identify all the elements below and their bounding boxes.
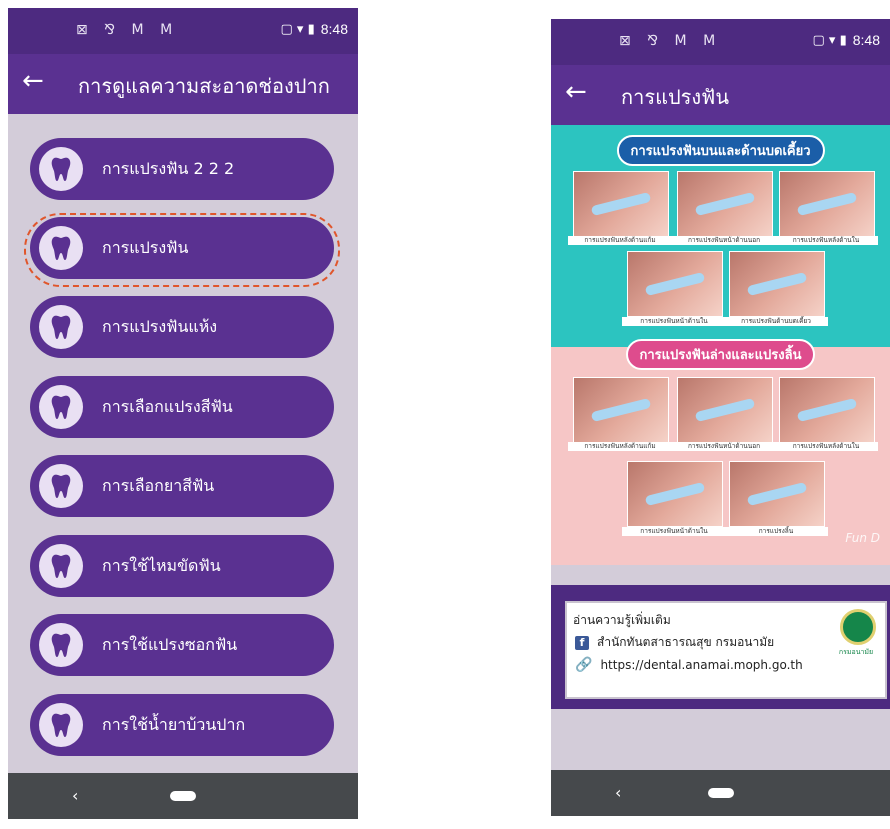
menu-item-brushing[interactable]: การแปรงฟัน — [30, 217, 334, 279]
menu-item-mouthwash[interactable]: การใช้น้ำยาบ้วนปาก — [30, 694, 334, 756]
photo-upper-4 — [627, 251, 723, 317]
menu-item-brushing-222[interactable]: การแปรงฟัน 2 2 2 — [30, 138, 334, 200]
caption: การแปรงฟันหลังด้านใน — [774, 236, 878, 245]
tooth-icon — [39, 385, 83, 429]
lower-teeth-heading: การแปรงฟันล่างและแปรงลิ้น — [625, 339, 816, 370]
app-bar: ← การแปรงฟัน — [551, 65, 890, 125]
tooth-icon — [39, 464, 83, 508]
facebook-row[interactable]: f สำนักทันตสาธารณสุข กรมอนามัย — [575, 633, 774, 652]
upper-teeth-heading: การแปรงฟันบนและด้านบดเคี้ยว — [616, 135, 825, 166]
notification-icons: ⊠ ⅋ M M — [76, 22, 179, 38]
link-icon: 🔗 — [575, 657, 593, 673]
menu-item-interdental-brush[interactable]: การใช้แปรงซอกฟัน — [30, 614, 334, 676]
photo-lower-3 — [779, 377, 875, 443]
menu-item-label: การแปรงฟันแห้ง — [102, 316, 218, 336]
clock: 8:48 — [852, 32, 880, 48]
app-bar: ← การดูแลความสะอาดช่องปาก — [8, 54, 358, 114]
more-info-section: อ่านความรู้เพิ่มเติม f สำนักทันตสาธารณสุ… — [551, 585, 890, 709]
photo-lower-1 — [573, 377, 669, 443]
photo-lower-2 — [677, 377, 773, 443]
caption: การแปรงฟันหน้าด้านนอก — [672, 236, 776, 245]
watermark: Fun D — [845, 531, 880, 545]
page-title: การดูแลความสะอาดช่องปาก — [78, 74, 330, 98]
tooth-icon — [39, 305, 83, 349]
seal-icon — [840, 609, 876, 645]
tooth-icon — [39, 147, 83, 191]
caption: การแปรงฟันด้านบดเคี้ยว — [724, 317, 828, 326]
clock: 8:48 — [320, 21, 348, 37]
system-icons: ▢ ▾ ▮ — [280, 21, 315, 37]
tooth-icon — [39, 226, 83, 270]
department-logo: กรมอนามัย — [833, 609, 879, 669]
photo-upper-5 — [729, 251, 825, 317]
website-link-row[interactable]: 🔗 https://dental.anamai.moph.go.th — [575, 657, 803, 673]
website-url[interactable]: https://dental.anamai.moph.go.th — [600, 658, 802, 672]
photo-lower-4 — [627, 461, 723, 527]
brushing-infographic: การแปรงฟันบนและด้านบดเคี้ยว การแปรงฟันหล… — [551, 125, 890, 565]
caption: การแปรงฟันหน้าด้านใน — [622, 527, 726, 536]
caption: การแปรงลิ้น — [724, 527, 828, 536]
photo-upper-2 — [677, 171, 773, 237]
lower-teeth-panel: การแปรงฟันหลังด้านแก้ม การแปรงฟันหน้าด้า… — [551, 347, 890, 565]
status-right: ▢ ▾ ▮ 8:48 — [813, 32, 880, 48]
status-right: ▢ ▾ ▮ 8:48 — [281, 21, 348, 37]
photo-upper-1 — [573, 171, 669, 237]
facebook-page-name: สำนักทันตสาธารณสุข กรมอนามัย — [597, 635, 775, 649]
caption: การแปรงฟันหลังด้านแก้ม — [568, 442, 672, 451]
menu-item-label: การใช้แปรงซอกฟัน — [102, 634, 238, 654]
nav-back-icon[interactable]: ‹ — [615, 783, 621, 802]
facebook-icon: f — [575, 635, 589, 650]
photo-lower-5 — [729, 461, 825, 527]
nav-bar: ‹ — [8, 773, 358, 819]
system-icons: ▢ ▾ ▮ — [812, 32, 847, 48]
nav-home-button[interactable] — [707, 788, 734, 798]
status-bar: ⊠ ⅋ M M ▢ ▾ ▮ 8:48 — [551, 19, 890, 65]
left-phone-screen: ⊠ ⅋ M M ▢ ▾ ▮ 8:48 ← การดูแลความสะอาดช่อ… — [8, 8, 358, 819]
back-arrow-icon[interactable]: ← — [565, 79, 587, 105]
info-card: อ่านความรู้เพิ่มเติม f สำนักทันตสาธารณสุ… — [565, 601, 887, 699]
caption: การแปรงฟันหน้าด้านใน — [622, 317, 726, 326]
menu-item-label: การใช้ไหมขัดฟัน — [102, 555, 221, 575]
read-more-label: อ่านความรู้เพิ่มเติม — [573, 613, 671, 627]
nav-bar: ‹ — [551, 770, 890, 816]
caption: การแปรงฟันหน้าด้านนอก — [672, 442, 776, 451]
menu-item-choose-toothpaste[interactable]: การเลือกยาสีฟัน — [30, 455, 334, 517]
tooth-icon — [39, 623, 83, 667]
menu-item-label: การแปรงฟัน 2 2 2 — [102, 158, 235, 178]
menu-item-label: การแปรงฟัน — [102, 237, 189, 257]
menu-item-choose-toothbrush[interactable]: การเลือกแปรงสีฟัน — [30, 376, 334, 438]
back-arrow-icon[interactable]: ← — [22, 68, 44, 94]
menu-item-label: การเลือกยาสีฟัน — [102, 475, 215, 495]
nav-back-icon[interactable]: ‹ — [72, 786, 78, 805]
menu-item-label: การใช้น้ำยาบ้วนปาก — [102, 714, 246, 734]
nav-home-button[interactable] — [170, 791, 196, 801]
tooth-icon — [39, 544, 83, 588]
right-phone-screen: ⊠ ⅋ M M ▢ ▾ ▮ 8:48 ← การแปรงฟัน การแปรงฟ… — [551, 19, 890, 816]
menu-item-dry-brushing[interactable]: การแปรงฟันแห้ง — [30, 296, 334, 358]
upper-teeth-panel: การแปรงฟันบนและด้านบดเคี้ยว การแปรงฟันหล… — [551, 125, 890, 347]
notification-icons: ⊠ ⅋ M M — [619, 33, 722, 49]
caption: การแปรงฟันหลังด้านใน — [774, 442, 878, 451]
page-title: การแปรงฟัน — [621, 85, 730, 109]
status-bar: ⊠ ⅋ M M ▢ ▾ ▮ 8:48 — [8, 8, 358, 54]
photo-upper-3 — [779, 171, 875, 237]
tooth-icon — [39, 703, 83, 747]
menu-item-label: การเลือกแปรงสีฟัน — [102, 396, 233, 416]
caption: การแปรงฟันหลังด้านแก้ม — [568, 236, 672, 245]
logo-label: กรมอนามัย — [838, 648, 874, 656]
menu-item-floss[interactable]: การใช้ไหมขัดฟัน — [30, 535, 334, 597]
